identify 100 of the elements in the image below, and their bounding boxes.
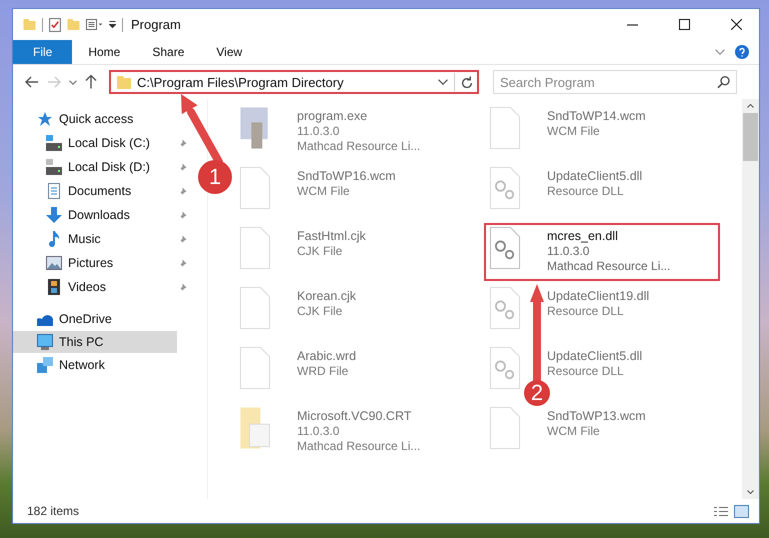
nav-item[interactable]: Quick access	[13, 107, 177, 131]
search-field[interactable]: Search Program	[493, 70, 737, 94]
nav-item[interactable]: Videos	[13, 275, 195, 299]
program-icon[interactable]	[240, 107, 270, 149]
pin-icon[interactable]	[178, 282, 187, 292]
selected-file-item[interactable]: mcres_en.dll 11.0.3.0 Mathcad Resource Li...	[484, 223, 720, 281]
file-name: program.exe	[297, 109, 368, 123]
dropdown-icon[interactable]	[109, 21, 116, 28]
pin-icon[interactable]	[178, 186, 187, 196]
window-title: Program	[131, 17, 181, 32]
recent-dropdown-icon[interactable]	[69, 80, 77, 84]
gear-file-icon[interactable]	[490, 167, 520, 209]
gear-file-icon[interactable]	[490, 227, 520, 269]
back-icon[interactable]	[25, 76, 39, 88]
nav-item[interactable]: Local Disk (C:)	[13, 131, 195, 155]
file-detail: Resource DLL	[547, 184, 625, 198]
file-detail: WCM File	[547, 124, 601, 138]
ribbon-tab[interactable]: Home	[72, 40, 136, 64]
file-detail: Resource DLL	[547, 364, 625, 378]
dropdown-icon[interactable]	[438, 79, 448, 85]
file-name: SndToWP16.wcm	[297, 169, 396, 183]
file-detail: CJK File	[297, 244, 344, 258]
file-icon[interactable]	[240, 227, 270, 269]
file-name: UpdateClient19.dll	[547, 289, 650, 303]
file-name: Arabic.wrd	[297, 349, 356, 363]
download-icon	[46, 207, 62, 223]
film-icon	[46, 279, 62, 295]
scrollbar[interactable]	[742, 99, 759, 499]
file-icon[interactable]	[240, 347, 270, 389]
file-name: Microsoft.VC90.CRT	[297, 409, 412, 423]
help-icon[interactable]	[735, 45, 749, 59]
drive-icon	[46, 135, 62, 151]
file-name: UpdateClient5.dll	[547, 349, 642, 363]
address-path: C:\Program Files\Program Directory	[137, 74, 345, 90]
refresh-icon[interactable]	[461, 76, 473, 88]
gear-file-icon[interactable]	[490, 347, 520, 389]
monitor-icon	[37, 334, 53, 350]
file-detail: Mathcad Resource Li...	[297, 139, 420, 153]
nav-item[interactable]: OneDrive	[13, 307, 177, 331]
address-bar[interactable]: C:\Program Files\Program Directory	[109, 70, 479, 94]
close-icon	[730, 19, 742, 30]
file-name: SndToWP13.wcm	[547, 409, 646, 423]
star-icon	[37, 111, 53, 127]
nav-item[interactable]: Local Disk (D:)	[13, 155, 195, 179]
file-icon[interactable]	[240, 287, 270, 329]
nav-item[interactable]: Network	[13, 353, 177, 377]
up-icon[interactable]	[85, 75, 97, 89]
item-count: 182 items	[27, 504, 80, 518]
minimize-icon	[626, 24, 638, 26]
document-icon	[46, 183, 62, 199]
nav-item[interactable]: Pictures	[13, 251, 195, 275]
maximize-icon	[678, 19, 690, 30]
file-name: FastHtml.cjk	[297, 229, 366, 243]
properties-icon[interactable]	[49, 18, 61, 32]
pictures-icon	[46, 255, 62, 271]
file-name: UpdateClient5.dll	[547, 169, 642, 183]
ribbon-tab[interactable]: View	[200, 40, 258, 64]
gear-file-icon[interactable]	[490, 287, 520, 329]
ribbon-tab[interactable]: File	[13, 40, 72, 64]
chevron-icon[interactable]	[715, 49, 725, 55]
ribbon-tab[interactable]: Share	[136, 40, 200, 64]
file-icon[interactable]	[240, 167, 270, 209]
file-detail: Resource DLL	[547, 304, 625, 318]
view-options-icon[interactable]	[86, 19, 103, 30]
pin-icon[interactable]	[178, 162, 187, 172]
network-icon	[37, 357, 53, 373]
file-name: mcres_en.dll	[547, 229, 619, 243]
file-name: Korean.cjk	[297, 289, 356, 303]
folder-icon	[117, 76, 131, 88]
folder-icon[interactable]	[23, 19, 36, 30]
file-detail: 11.0.3.0	[547, 244, 590, 258]
file-icon[interactable]	[490, 407, 520, 449]
pin-icon[interactable]	[178, 138, 187, 148]
pin-icon[interactable]	[178, 234, 187, 244]
file-detail: WRD File	[297, 364, 350, 378]
nav-item[interactable]: Music	[13, 227, 195, 251]
file-detail: 11.0.3.0	[297, 424, 340, 438]
scroll-thumb[interactable]	[743, 113, 758, 161]
forward-icon[interactable]	[47, 76, 61, 88]
file-icon[interactable]	[490, 107, 520, 149]
nav-item[interactable]: This PC	[13, 331, 177, 353]
folder-icon[interactable]	[67, 19, 80, 30]
file-detail: Mathcad Resource Li...	[297, 439, 420, 453]
scroll-up-icon[interactable]	[747, 104, 754, 108]
pin-icon[interactable]	[178, 258, 187, 268]
music-icon	[46, 231, 62, 247]
details-view-icon[interactable]	[714, 506, 728, 516]
scroll-down-icon[interactable]	[747, 490, 754, 494]
drive-icon	[46, 159, 62, 175]
large-icons-view-icon[interactable]	[734, 504, 749, 518]
file-detail: WCM File	[547, 424, 601, 438]
file-name: SndToWP14.wcm	[547, 109, 646, 123]
file-detail: 11.0.3.0	[297, 124, 340, 138]
nav-item[interactable]: Documents	[13, 179, 195, 203]
file-detail: Mathcad Resource Li...	[547, 259, 670, 273]
pin-icon[interactable]	[178, 210, 187, 220]
file-detail: CJK File	[297, 304, 344, 318]
search-icon	[717, 76, 730, 88]
file-detail: WCM File	[297, 184, 351, 198]
nav-item[interactable]: Downloads	[13, 203, 195, 227]
